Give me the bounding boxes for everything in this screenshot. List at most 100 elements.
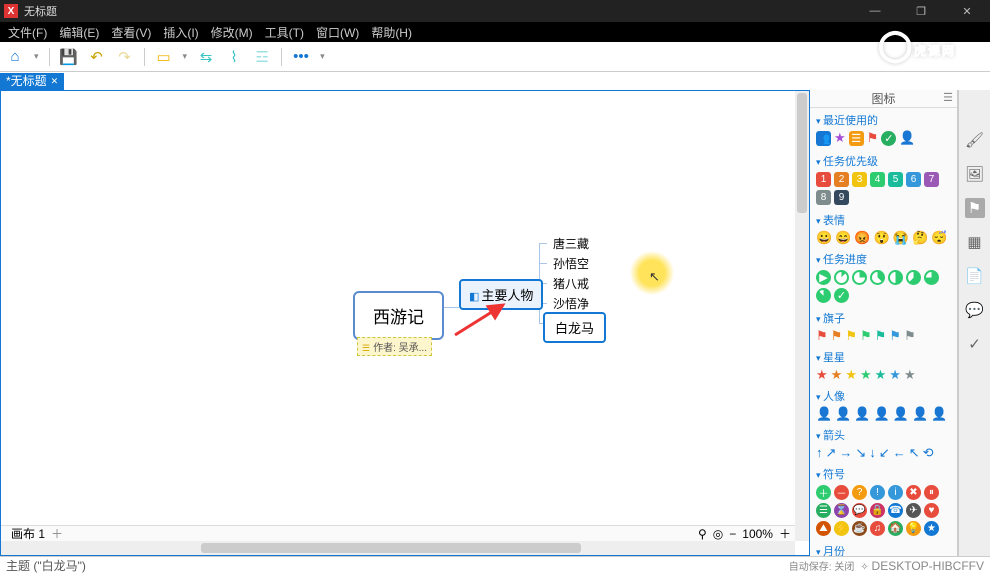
strip-note-icon[interactable]: 📄 (965, 266, 985, 286)
progress-icon[interactable] (834, 270, 849, 285)
leaf-node[interactable]: 猪八戒 (547, 273, 595, 295)
add-sheet-icon[interactable]: ＋ (51, 525, 63, 542)
sect-month[interactable]: 月份 (816, 543, 951, 556)
person-icon[interactable]: 👤 (816, 407, 832, 420)
folder-icon[interactable]: ▭ (155, 48, 173, 66)
emoji-icon[interactable]: 😀 (816, 231, 832, 244)
marker-icon[interactable]: ✓ (881, 131, 896, 146)
star-icon[interactable]: ★ (860, 368, 872, 381)
symbol-icon[interactable]: ? (852, 485, 867, 500)
progress-icon[interactable] (924, 270, 939, 285)
close-tab-icon[interactable]: ✕ (51, 73, 59, 90)
symbol-icon[interactable]: ⌛ (834, 503, 849, 518)
author-note[interactable]: 作者: 吴承... (357, 337, 432, 356)
arrow-icon[interactable]: ↗ (826, 446, 837, 459)
emoji-icon[interactable]: 😄 (835, 231, 851, 244)
sect-flags[interactable]: 旗子 (816, 310, 951, 326)
arrow-icon[interactable]: ↙ (879, 446, 890, 459)
progress-icon[interactable] (816, 288, 831, 303)
sect-stars[interactable]: 星星 (816, 349, 951, 365)
arrow-icon[interactable]: ← (893, 446, 906, 459)
flag-icon[interactable]: ⚑ (875, 329, 887, 342)
mindmap-canvas[interactable]: 西游记 作者: 吴承... 主要人物 唐三藏 孙悟空 猪八戒 沙悟净 白龙马 ↖ (1, 91, 809, 525)
priority-icon-6[interactable]: 6 (906, 172, 921, 187)
arrow-icon[interactable]: → (839, 446, 852, 459)
symbol-icon[interactable]: ♫ (870, 521, 885, 536)
progress-icon[interactable] (906, 270, 921, 285)
flag-icon[interactable]: ⚑ (831, 329, 843, 342)
priority-icon-3[interactable]: 3 (852, 172, 867, 187)
star-icon[interactable]: ★ (831, 368, 843, 381)
sect-emotion[interactable]: 表情 (816, 212, 951, 228)
progress-icon[interactable] (870, 270, 885, 285)
arrow-icon[interactable]: ↑ (816, 446, 823, 459)
target-icon[interactable]: ◎ (713, 527, 723, 541)
menu-insert[interactable]: 插入(I) (161, 24, 200, 41)
bracket-icon[interactable]: ⌇ (225, 48, 243, 66)
maximize-button[interactable]: ❐ (898, 0, 944, 22)
marker-icon[interactable]: ⚑ (867, 131, 879, 146)
zoom-out-icon[interactable]: − (729, 527, 736, 541)
priority-icon-8[interactable]: 8 (816, 190, 831, 205)
priority-icon-9[interactable]: 9 (834, 190, 849, 205)
list-icon[interactable]: ☲ (253, 48, 271, 66)
symbol-icon[interactable]: ☕ (852, 521, 867, 536)
home-icon[interactable]: ⌂ (6, 48, 24, 66)
sect-progress[interactable]: 任务进度 (816, 251, 951, 267)
symbol-icon[interactable]: － (834, 485, 849, 500)
close-button[interactable]: ✕ (944, 0, 990, 22)
person-icon[interactable]: 👤 (874, 407, 890, 420)
emoji-icon[interactable]: 🤔 (912, 231, 928, 244)
person-icon[interactable]: 👤 (893, 407, 909, 420)
menu-file[interactable]: 文件(F) (6, 24, 49, 41)
link-icon[interactable]: ⇆ (197, 48, 215, 66)
zoom-level[interactable]: 100% (742, 527, 773, 541)
symbol-icon[interactable]: 🔒 (870, 503, 885, 518)
symbol-icon[interactable]: ✖ (906, 485, 921, 500)
priority-icon-2[interactable]: 2 (834, 172, 849, 187)
sect-arrows[interactable]: 箭头 (816, 427, 951, 443)
star-icon[interactable]: ★ (889, 368, 901, 381)
symbol-icon[interactable]: 💬 (852, 503, 867, 518)
sect-symbols[interactable]: 符号 (816, 466, 951, 482)
main-characters-node[interactable]: 主要人物 (459, 279, 543, 310)
emoji-icon[interactable]: 😲 (874, 231, 890, 244)
symbol-icon[interactable]: ☰ (816, 503, 831, 518)
symbol-icon[interactable]: ★ (924, 521, 939, 536)
progress-icon[interactable] (888, 270, 903, 285)
strip-grid-icon[interactable]: ▦ (965, 232, 985, 252)
symbol-icon[interactable]: ✈ (906, 503, 921, 518)
more-icon[interactable]: ••• (292, 48, 310, 66)
star-icon[interactable]: ★ (816, 368, 828, 381)
menu-edit[interactable]: 编辑(E) (57, 24, 101, 41)
arrow-icon[interactable]: ↘ (855, 446, 866, 459)
scrollbar-vertical[interactable] (795, 91, 809, 541)
emoji-icon[interactable]: 😭 (893, 231, 909, 244)
sect-people[interactable]: 人像 (816, 388, 951, 404)
symbol-icon[interactable]: i (888, 485, 903, 500)
priority-icon-1[interactable]: 1 (816, 172, 831, 187)
zoom-in-icon[interactable]: ＋ (779, 525, 791, 542)
save-icon[interactable]: 💾 (60, 48, 78, 66)
strip-flag-icon[interactable]: ⚑ (965, 198, 985, 218)
panel-options-icon[interactable]: ☰ (943, 91, 953, 104)
menu-modify[interactable]: 修改(M) (209, 24, 255, 41)
emoji-icon[interactable]: 😴 (931, 231, 947, 244)
flag-icon[interactable]: ⚑ (845, 329, 857, 342)
symbol-icon[interactable]: ♥ (924, 503, 939, 518)
person-icon[interactable]: 👤 (854, 407, 870, 420)
symbol-icon[interactable]: ＋ (816, 485, 831, 500)
sheet-name[interactable]: 画布 1 (11, 525, 45, 542)
person-icon[interactable]: 👤 (835, 407, 851, 420)
flag-icon[interactable]: ⚑ (860, 329, 872, 342)
star-icon[interactable]: ★ (845, 368, 857, 381)
sect-priority[interactable]: 任务优先级 (816, 153, 951, 169)
root-node[interactable]: 西游记 (353, 291, 444, 340)
symbol-icon[interactable]: ⚡ (834, 521, 849, 536)
menu-help[interactable]: 帮助(H) (369, 24, 414, 41)
symbol-icon[interactable]: 💡 (906, 521, 921, 536)
strip-check-icon[interactable]: ✓ (965, 334, 985, 354)
flag-icon[interactable]: ⚑ (889, 329, 901, 342)
marker-icon[interactable]: ☰ (849, 131, 864, 146)
priority-icon-7[interactable]: 7 (924, 172, 939, 187)
